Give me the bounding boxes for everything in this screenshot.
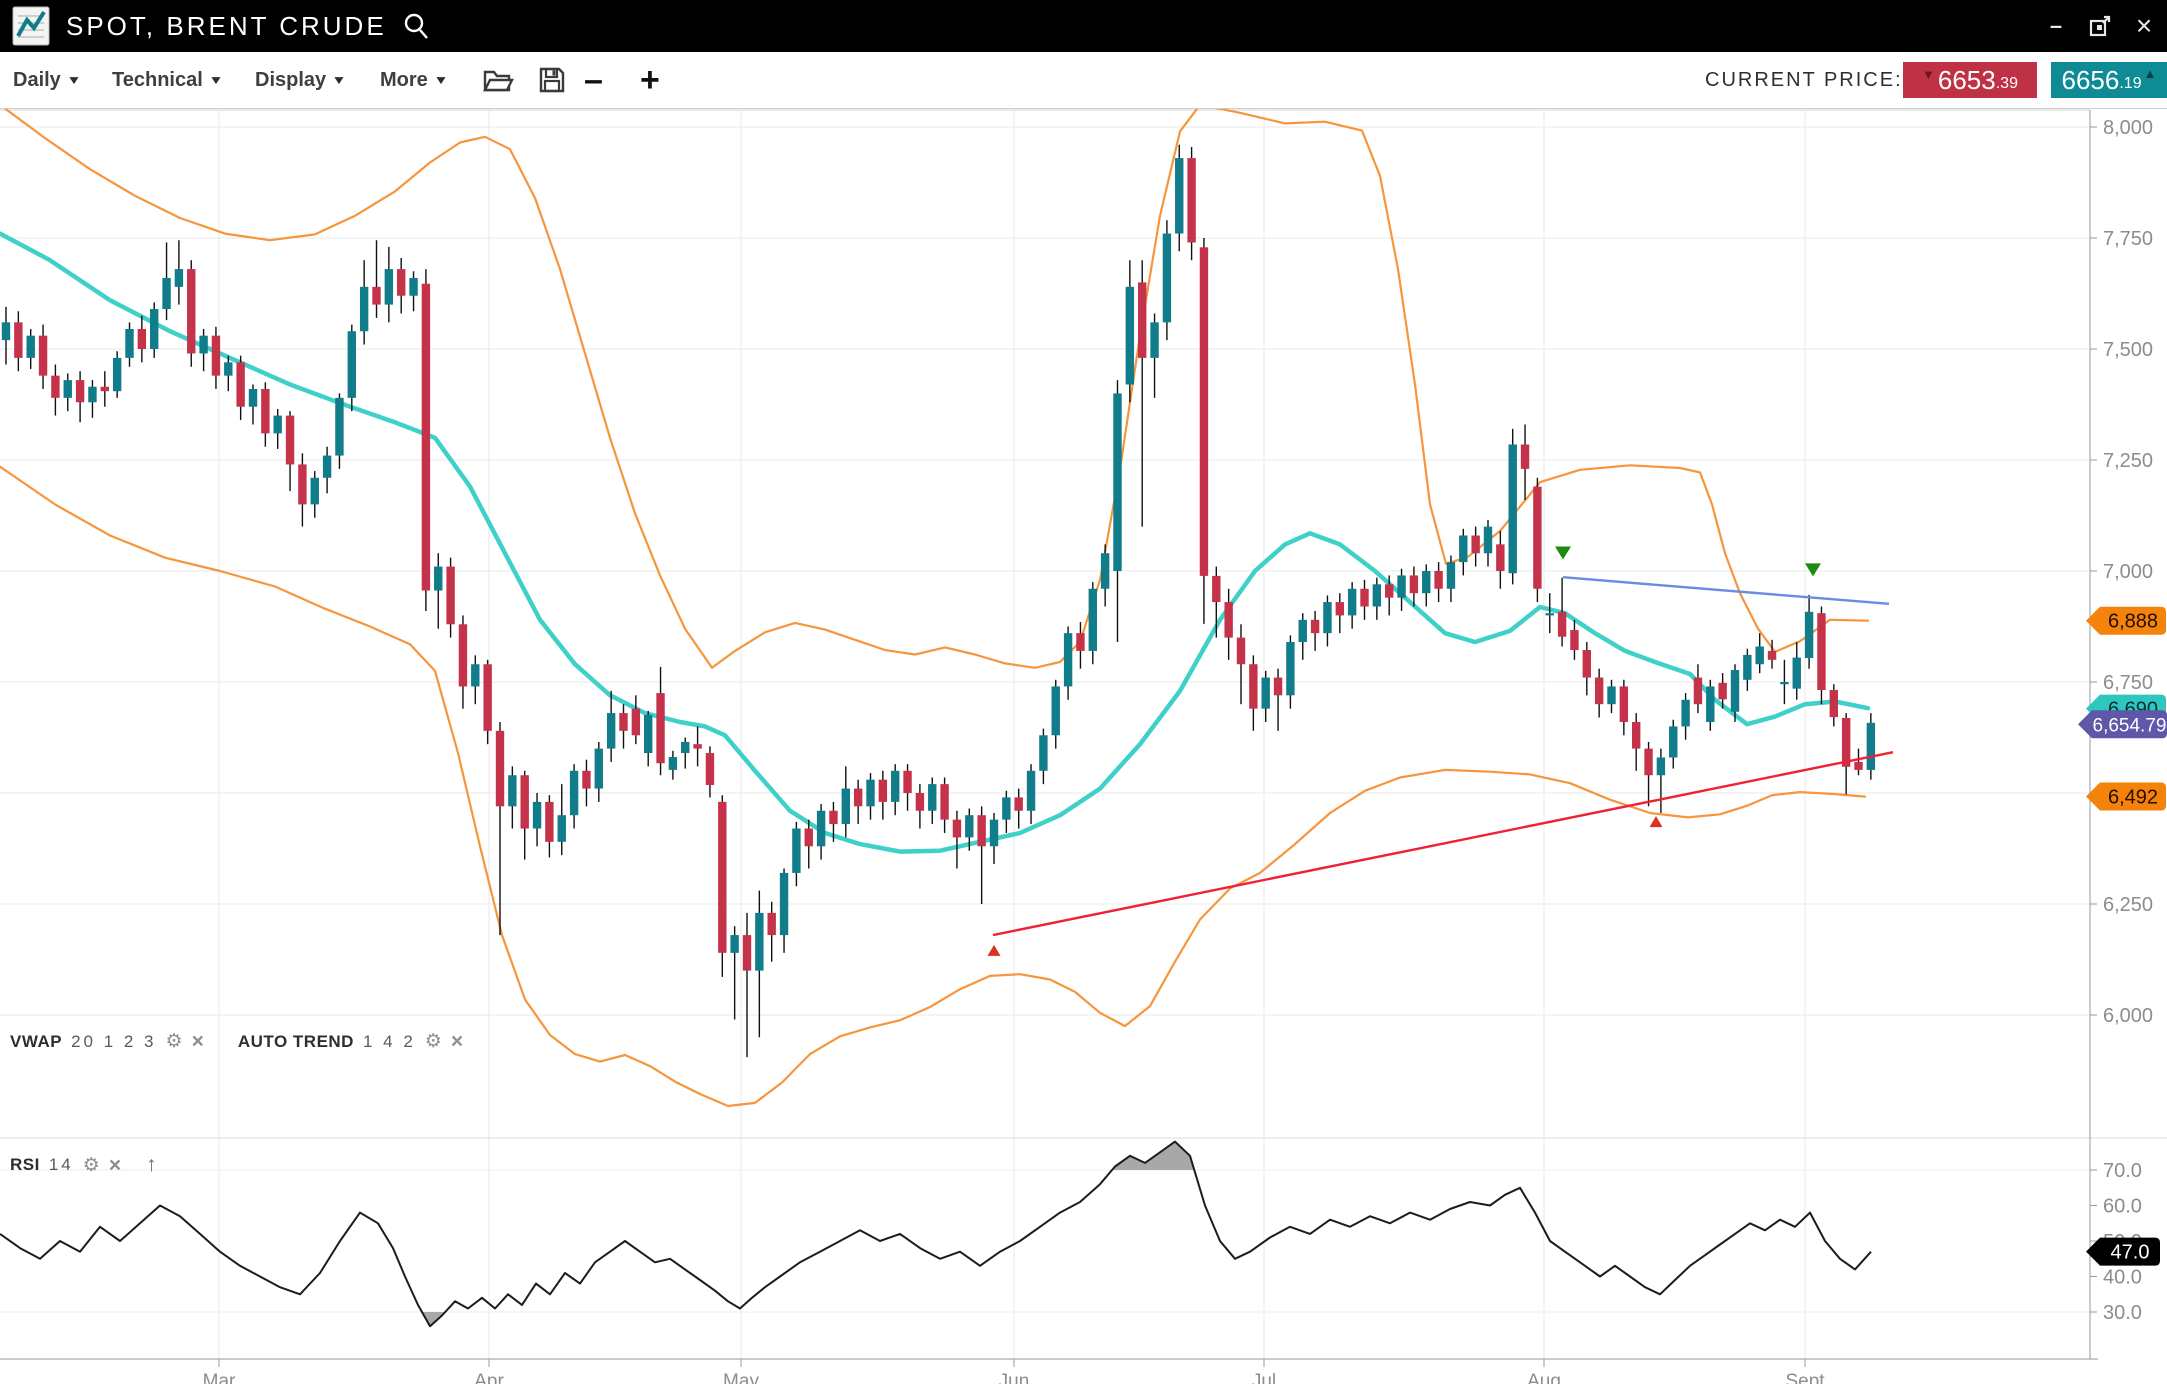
vwap-legend-params: 20 1 2 3 [71,1032,156,1052]
svg-text:6,750: 6,750 [2103,672,2153,694]
svg-text:6,000: 6,000 [2103,1005,2153,1027]
rsi-legend-label: RSI [10,1155,40,1175]
auto-trend-settings-gear-icon[interactable]: ⚙ [425,1032,442,1051]
svg-text:47.0: 47.0 [2111,1242,2150,1264]
vwap-upper-band-line [0,105,1868,668]
price-up-arrow-icon: ▲ [2144,66,2157,81]
timeframe-menu-label: Daily [13,69,61,92]
toolbar: Daily ▼ Technical ▼ Display ▼ More ▼ – + [0,52,2167,109]
ask-price-badge: 6656 .19 ▲ [2051,62,2167,98]
svg-text:6,888: 6,888 [2108,611,2158,633]
rsi-settings-gear-icon[interactable]: ⚙ [83,1156,100,1175]
auto-trend-remove-icon[interactable]: × [451,1031,463,1052]
swing-low-marker [1650,816,1663,827]
svg-text:Mar: Mar [203,1371,236,1384]
gridlines [0,110,2090,1359]
svg-text:7,000: 7,000 [2103,561,2153,583]
more-menu[interactable]: More ▼ [380,52,447,108]
svg-text:May: May [723,1371,759,1384]
svg-text:7,500: 7,500 [2103,339,2153,361]
chevron-down-icon: ▼ [331,73,346,87]
rsi-panel[interactable] [0,1142,1871,1327]
open-folder-icon[interactable] [482,52,514,108]
search-icon[interactable] [401,11,431,41]
rsi-legend: RSI 14 ⚙ × ↑ [10,1153,157,1177]
close-window-icon[interactable]: × [2131,13,2157,39]
svg-text:30.0: 30.0 [2103,1302,2142,1324]
swing-high-marker [1805,563,1821,576]
svg-text:6,654.79: 6,654.79 [2093,715,2167,736]
more-menu-label: More [380,69,428,92]
rsi-value-badge: 47.0 [2086,1238,2160,1266]
auto-trend-legend-params: 1 4 2 [363,1032,416,1052]
chart-canvas[interactable]: 8,0007,7507,5007,2507,0006,7506,5006,250… [0,0,2167,1384]
rsi-legend-params: 14 [49,1155,74,1175]
main-chart-legend: VWAP 20 1 2 3 ⚙ × AUTO TREND 1 4 2 ⚙ × [10,1031,463,1052]
main-chart-panel[interactable] [0,105,1893,1106]
swing-low-marker [988,945,1001,956]
zoom-out-button[interactable]: – [584,52,603,108]
auto-trend-support[interactable] [993,752,1893,935]
chevron-down-icon: ▼ [208,73,223,87]
bid-price-dec: .39 [1996,75,2018,93]
bid-price-badge: ▼ 6653 .39 [1903,62,2037,98]
trading-app-window: { "title_bar": { "title": "SPOT, BRENT C… [0,0,2167,1384]
timeframe-menu[interactable]: Daily ▼ [13,52,80,108]
instrument-title: SPOT, BRENT CRUDE [66,11,387,42]
svg-text:6,492: 6,492 [2108,787,2158,809]
technical-menu-label: Technical [112,69,203,92]
price-down-arrow-icon: ▼ [1922,67,1935,82]
rsi-overbought-fill [1112,1142,1194,1170]
title-bar: SPOT, BRENT CRUDE – × [0,0,2167,52]
candlestick-series [2,145,1875,1057]
technical-menu[interactable]: Technical ▼ [112,52,222,108]
svg-text:Sept: Sept [1785,1371,1825,1384]
time-axis: Mar Apr May Jun Jul Aug Sept [203,1359,1826,1384]
svg-text:7,250: 7,250 [2103,450,2153,472]
window-controls: – × [2043,0,2157,52]
zoom-in-button[interactable]: + [640,52,660,108]
rsi-line [0,1142,1871,1327]
svg-text:7,750: 7,750 [2103,228,2153,250]
svg-text:70.0: 70.0 [2103,1160,2142,1182]
lower-band-price-badge: 6,492 [2086,783,2166,811]
display-menu[interactable]: Display ▼ [255,52,345,108]
app-logo-icon [12,6,50,46]
swing-high-marker [1555,546,1571,559]
svg-text:Jun: Jun [999,1371,1030,1384]
auto-trend-legend-label: AUTO TREND [238,1032,354,1052]
vwap-line [0,234,1868,852]
save-icon[interactable] [538,52,566,108]
svg-text:6,250: 6,250 [2103,894,2153,916]
svg-text:40.0: 40.0 [2103,1267,2142,1289]
display-menu-label: Display [255,69,326,92]
vwap-legend-label: VWAP [10,1032,62,1052]
minimize-window-icon[interactable]: – [2043,13,2069,39]
rsi-remove-icon[interactable]: × [109,1155,121,1176]
svg-text:Apr: Apr [474,1371,504,1384]
ask-price-int: 6656 [2062,65,2120,96]
svg-text:60.0: 60.0 [2103,1196,2142,1218]
auto-trend-resistance[interactable] [1563,577,1889,604]
bid-price-int: 6653 [1938,65,1996,96]
vwap-settings-gear-icon[interactable]: ⚙ [166,1032,183,1051]
svg-text:8,000: 8,000 [2103,117,2153,139]
chevron-down-icon: ▼ [433,73,448,87]
vwap-remove-icon[interactable]: × [192,1031,204,1052]
upper-band-price-badge: 6,888 [2086,607,2166,635]
popout-window-icon[interactable] [2087,13,2113,39]
rsi-move-up-icon[interactable]: ↑ [146,1153,157,1177]
last-price-badge: 6,654.79 [2078,710,2167,738]
svg-text:Aug: Aug [1527,1371,1561,1384]
current-price-label: CURRENT PRICE: [1705,52,1903,108]
svg-text:Jul: Jul [1252,1371,1276,1384]
chevron-down-icon: ▼ [66,73,81,87]
ask-price-dec: .19 [2119,75,2141,93]
